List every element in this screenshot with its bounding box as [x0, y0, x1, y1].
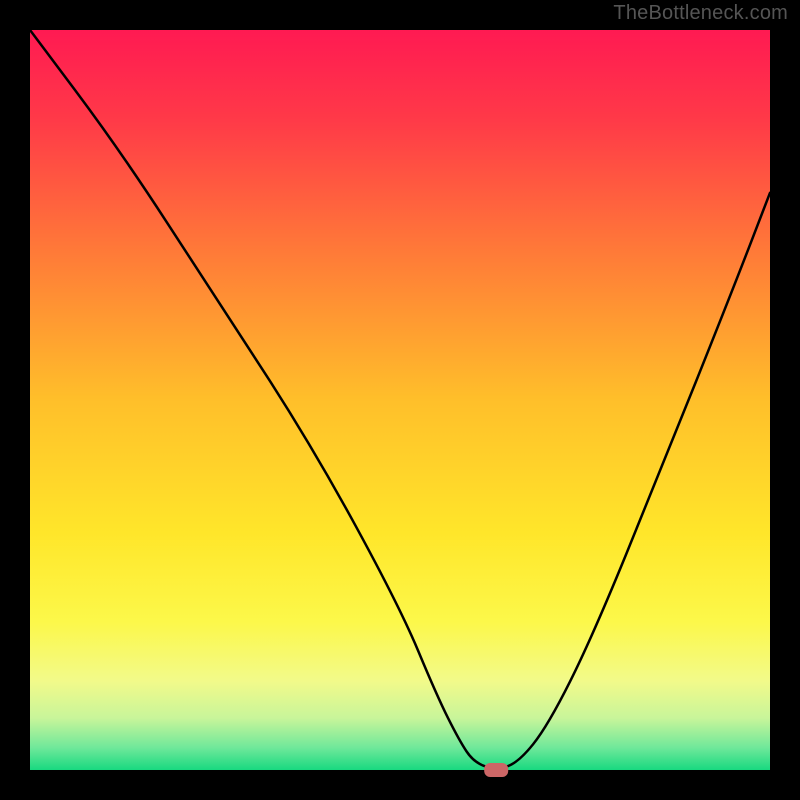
- chart-container: TheBottleneck.com: [0, 0, 800, 800]
- watermark-text: TheBottleneck.com: [613, 2, 788, 25]
- bottleneck-chart: [0, 0, 800, 800]
- plot-background: [30, 30, 770, 770]
- optimal-marker: [484, 763, 508, 777]
